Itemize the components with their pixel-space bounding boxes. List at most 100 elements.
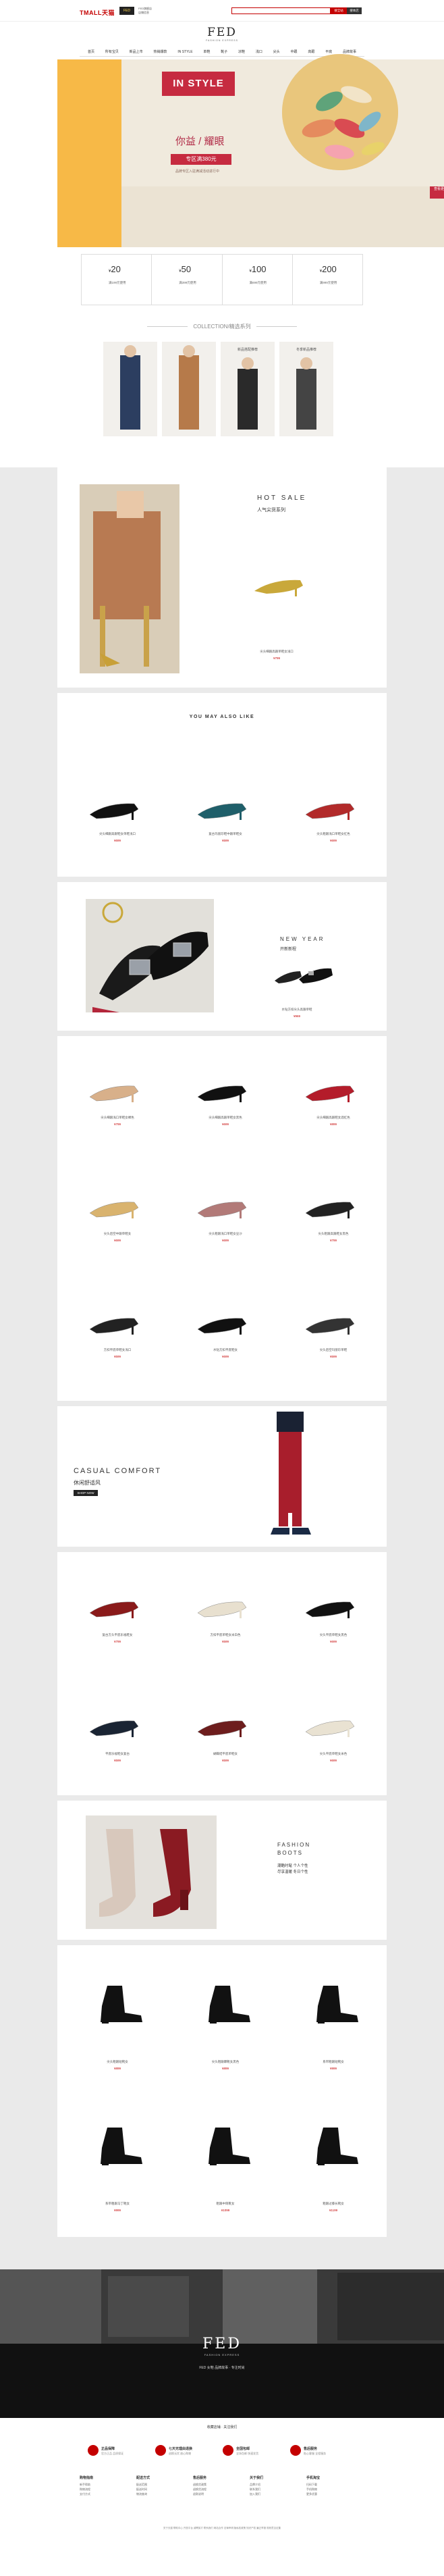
nav-item-5[interactable]: 单鞋 (203, 49, 210, 54)
product-card-6[interactable]: 方扣平底单鞋女浅口 ¥599 (67, 1289, 168, 1397)
product-name[interactable]: 平底乐福鞋女复古 (67, 1752, 168, 1756)
collection-item-2[interactable]: 新品搭配推荐 (221, 342, 275, 436)
hero-banner[interactable]: IN STYLE 你益 / 耀眼 专区满380元 品牌专区入驻满减活动进行中 查… (57, 54, 444, 247)
footer-links[interactable]: 关于天猫 帮助中心 开放平台 诚聘英才 联系我们 网站合作 法律声明 隐私权政策… (61, 2526, 383, 2530)
hotsale-shoe-image[interactable] (253, 572, 307, 599)
product-name[interactable]: 尖头粗跟踝靴女黑色 (175, 2060, 276, 2064)
product-name[interactable]: 水钻方扣平底鞋女 (175, 1348, 276, 1352)
service-item-1[interactable]: 七天无理由退换 退换无忧 放心购物 (155, 2445, 223, 2465)
product-card-8[interactable]: 尖头后空玛丽珍单鞋 ¥599 (283, 1289, 384, 1397)
footer-link[interactable]: 配送时间 (136, 2487, 193, 2492)
newyear-image[interactable] (86, 899, 214, 1012)
product-name[interactable]: 尖头细跟高跟鞋女单鞋浅口 (67, 832, 168, 836)
product-card-1[interactable]: 尖头粗跟踝靴女黑色 ¥899 (175, 1959, 276, 2094)
product-card-0[interactable]: 尖头粗跟短靴女 ¥899 (67, 1959, 168, 2094)
footer-bar-text[interactable]: 收藏店铺 · 关注我们 (0, 2425, 444, 2429)
product-card-3[interactable]: 系带粗跟马丁靴女 ¥999 (67, 2101, 168, 2236)
product-card-7[interactable]: 水钻方扣平底鞋女 ¥699 (175, 1289, 276, 1397)
product-name[interactable]: 粗跟中筒靴女 (175, 2202, 276, 2206)
fashion-image[interactable] (86, 1815, 217, 1929)
coupon-3[interactable]: ¥200 满999元使用 (293, 255, 362, 305)
product-card-3[interactable]: 尖头后空中跟单鞋女 ¥699 (67, 1173, 168, 1281)
product-card-1[interactable]: 尖头细跟高跟单鞋女黑色 ¥699 (175, 1056, 276, 1164)
product-card-4[interactable]: 尖头粗跟浅口单鞋女豆沙 ¥699 (175, 1173, 276, 1281)
product-card-5[interactable]: 粗跟过膝长靴女 ¥1199 (283, 2101, 384, 2236)
product-card-0[interactable]: 复古方头平底乐福鞋女 ¥799 (67, 1566, 168, 1674)
product-card-4[interactable]: 蝴蝶结平底单鞋女 ¥599 (175, 1684, 276, 1793)
footer-link[interactable]: 物流查询 (136, 2492, 193, 2496)
newyear-product-name[interactable]: 水钻方扣尖头高跟单鞋 (246, 1008, 348, 1012)
hotsale-product-name[interactable]: 尖头细跟高跟单鞋女浅口 (226, 650, 327, 654)
footer-link[interactable]: 退款说明 (193, 2492, 250, 2496)
search-all-button[interactable]: 搜全站 (331, 7, 347, 14)
search-input[interactable] (231, 7, 331, 14)
nav-item-1[interactable]: 所有宝贝 (105, 49, 119, 54)
product-card-2[interactable]: 系带粗跟短靴女 ¥999 (283, 1959, 384, 2094)
nav-item-4[interactable]: IN STYLE (177, 50, 192, 54)
product-name[interactable]: 尖头粗跟高跟鞋女黑色 (283, 1232, 384, 1236)
product-card-2[interactable]: 尖头细跟高跟鞋女酒红色 ¥899 (283, 1056, 384, 1164)
service-item-0[interactable]: 正品保障 官方正品 品质保证 (88, 2445, 155, 2465)
product-name[interactable]: 尖头粗跟浅口单鞋女豆沙 (175, 1232, 276, 1236)
product-name[interactable]: 方扣平底单鞋女米白色 (175, 1633, 276, 1637)
product-name[interactable]: 尖头粗跟浅口单鞋女红色 (283, 832, 384, 836)
coupon-1[interactable]: ¥50 满399元使用 (152, 255, 223, 305)
nav-item-10[interactable]: 中跟 (291, 49, 298, 54)
product-name[interactable]: 系带粗跟马丁靴女 (67, 2202, 168, 2206)
footer-link[interactable]: 退换货流程 (193, 2487, 250, 2492)
product-name[interactable]: 复古方头平底乐福鞋女 (67, 1633, 168, 1637)
nav-item-8[interactable]: 浅口 (256, 49, 262, 54)
nav-item-7[interactable]: 凉鞋 (238, 49, 245, 54)
brand-logo[interactable]: FED (0, 26, 444, 39)
nav-item-11[interactable]: 高跟 (308, 49, 314, 54)
product-name[interactable]: 尖头平底单鞋女黑色 (283, 1633, 384, 1637)
tmall-logo[interactable]: TMALL天猫 (80, 8, 115, 17)
collection-item-3[interactable]: 冬季新品推荐 (279, 342, 333, 436)
product-card-0[interactable]: 尖头细跟浅口单鞋女裸色 ¥799 (67, 1056, 168, 1164)
footer-link[interactable]: 配送范围 (136, 2482, 193, 2487)
nav-item-9[interactable]: 尖头 (273, 49, 280, 54)
product-name[interactable]: 尖头细跟高跟单鞋女黑色 (175, 1116, 276, 1120)
footer-link[interactable]: 更多优惠 (306, 2492, 363, 2496)
product-card-5[interactable]: 尖头粗跟高跟鞋女黑色 ¥799 (283, 1173, 384, 1281)
product-card-1[interactable]: 复古玛丽珍鞋中跟单鞋女 ¥599 (175, 774, 276, 855)
nav-item-13[interactable]: 品牌故事 (343, 49, 356, 54)
product-name[interactable]: 蝴蝶结平底单鞋女 (175, 1752, 276, 1756)
collection-item-1[interactable] (162, 342, 216, 436)
nav-item-12[interactable]: 平底 (325, 49, 332, 54)
newyear-shoe-image[interactable] (273, 962, 334, 989)
collection-item-0[interactable] (103, 342, 157, 436)
product-name[interactable]: 尖头细跟浅口单鞋女裸色 (67, 1116, 168, 1120)
product-name[interactable]: 粗跟过膝长靴女 (283, 2202, 384, 2206)
service-item-3[interactable]: 售后服务 贴心客服 全程服务 (290, 2445, 358, 2465)
footer-link[interactable]: 购物流程 (80, 2487, 136, 2492)
product-name[interactable]: 系带粗跟短靴女 (283, 2060, 384, 2064)
product-card-5[interactable]: 尖头平底单鞋女米色 ¥699 (283, 1684, 384, 1793)
product-card-3[interactable]: 平底乐福鞋女复古 ¥599 (67, 1684, 168, 1793)
store-logo[interactable]: FED (119, 7, 134, 15)
nav-item-0[interactable]: 首页 (88, 49, 94, 54)
footer-link[interactable]: 联系我们 (250, 2487, 306, 2492)
product-card-0[interactable]: 尖头细跟高跟鞋女单鞋浅口 ¥699 (67, 774, 168, 855)
product-name[interactable]: 尖头后空玛丽珍单鞋 (283, 1348, 384, 1352)
nav-item-6[interactable]: 靴子 (221, 49, 227, 54)
footer-link[interactable]: 加入我们 (250, 2492, 306, 2496)
product-name[interactable]: 尖头粗跟短靴女 (67, 2060, 168, 2064)
product-card-2[interactable]: 尖头平底单鞋女黑色 ¥699 (283, 1566, 384, 1674)
footer-link[interactable]: 退换货政策 (193, 2482, 250, 2487)
casual-model-image[interactable] (260, 1412, 321, 1544)
hero-more-button[interactable]: 查看更多 (430, 186, 444, 199)
footer-link[interactable]: 扫码下载 (306, 2482, 363, 2487)
product-name[interactable]: 复古玛丽珍鞋中跟单鞋女 (175, 832, 276, 836)
product-name[interactable]: 尖头后空中跟单鞋女 (67, 1232, 168, 1236)
coupon-2[interactable]: ¥100 满699元使用 (223, 255, 293, 305)
coupon-0[interactable]: ¥20 满199元使用 (82, 255, 152, 305)
product-card-2[interactable]: 尖头粗跟浅口单鞋女红色 ¥699 (283, 774, 384, 855)
product-name[interactable]: 尖头细跟高跟鞋女酒红色 (283, 1116, 384, 1120)
footer-link[interactable]: 支付方式 (80, 2492, 136, 2496)
product-card-4[interactable]: 粗跟中筒靴女 ¥1099 (175, 2101, 276, 2236)
hotsale-model-image[interactable] (80, 484, 179, 673)
search-store-button[interactable]: 搜本店 (347, 7, 362, 14)
product-name[interactable]: 方扣平底单鞋女浅口 (67, 1348, 168, 1352)
casual-shop-button[interactable]: SHOP NOW (74, 1490, 98, 1496)
